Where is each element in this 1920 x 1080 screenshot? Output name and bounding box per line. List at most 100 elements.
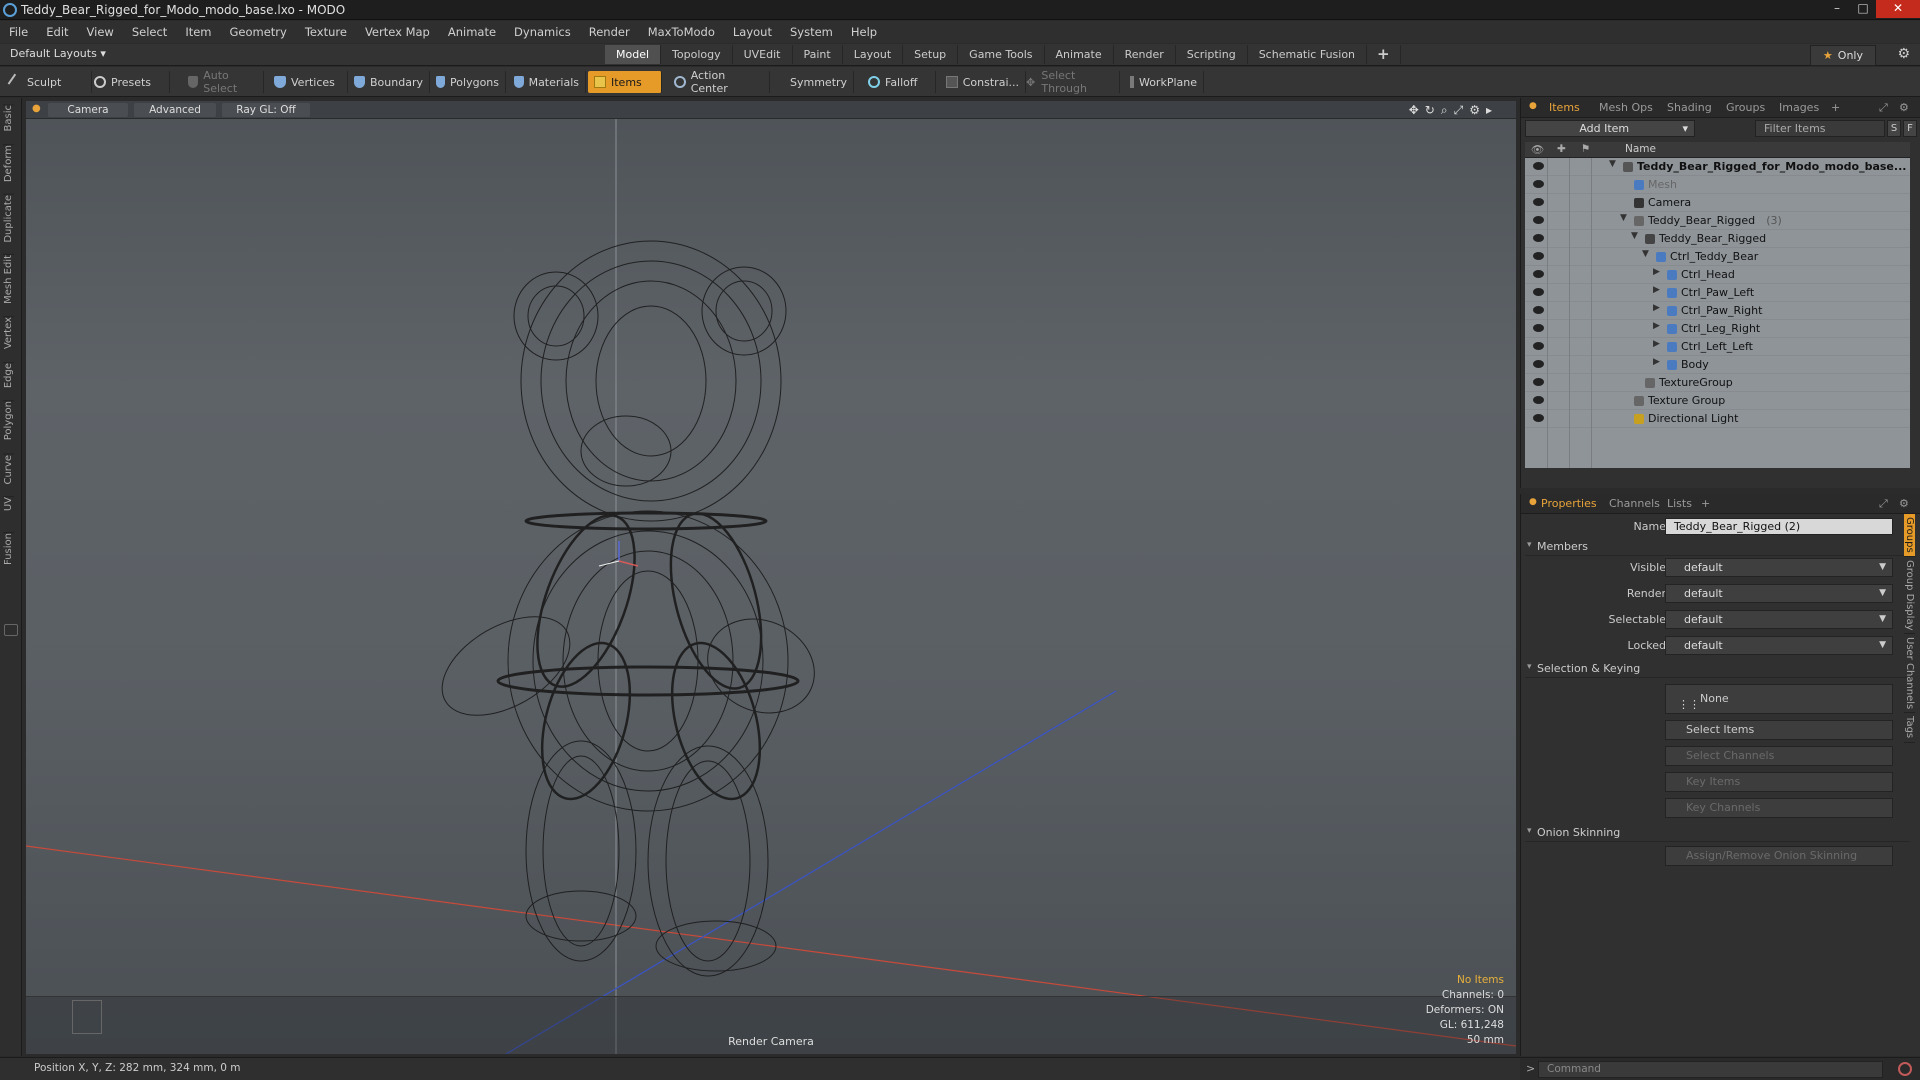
add-tab-icon[interactable]: + bbox=[1367, 45, 1401, 64]
locked-dropdown[interactable]: default ▼ bbox=[1665, 636, 1893, 655]
menu-help[interactable]: Help bbox=[842, 25, 886, 39]
tree-row[interactable]: ▶ Ctrl_Head bbox=[1525, 266, 1910, 284]
tab-duplicate[interactable]: Duplicate bbox=[3, 194, 14, 243]
visible-dropdown[interactable]: default ▼ bbox=[1665, 558, 1893, 577]
menu-animate[interactable]: Animate bbox=[439, 25, 505, 39]
visibility-eye-icon[interactable] bbox=[1533, 324, 1544, 332]
menu-maxtomodo[interactable]: MaxToModo bbox=[639, 25, 724, 39]
visibility-eye-icon[interactable] bbox=[1533, 360, 1544, 368]
tab-deform[interactable]: Deform bbox=[3, 144, 14, 183]
panel-menu-icon[interactable]: ● bbox=[1529, 101, 1537, 111]
item-tree[interactable]: ▼ Teddy_Bear_Rigged_for_Modo_modo_base...… bbox=[1525, 158, 1910, 468]
collapse-icon[interactable]: ▼ bbox=[1609, 159, 1616, 169]
collapse-icon[interactable]: ▼ bbox=[1631, 231, 1638, 241]
tree-row[interactable]: Camera bbox=[1525, 194, 1910, 212]
name-field[interactable]: Teddy_Bear_Rigged (2) bbox=[1665, 518, 1893, 535]
symmetry-button[interactable]: Symmetry bbox=[770, 71, 854, 93]
tree-row[interactable]: ▼ Ctrl_Teddy_Bear bbox=[1525, 248, 1910, 266]
select-items-button[interactable]: Select Items bbox=[1665, 720, 1893, 740]
tab-uv[interactable]: UV bbox=[3, 496, 14, 512]
menu-file[interactable]: File bbox=[0, 25, 37, 39]
sculpt-button[interactable]: Sculpt bbox=[4, 71, 92, 93]
visibility-eye-icon[interactable] bbox=[1533, 162, 1544, 170]
onion-skinning-section[interactable]: Onion Skinning bbox=[1525, 826, 1910, 842]
tree-row[interactable]: Mesh bbox=[1525, 176, 1910, 194]
expand-icon[interactable]: ▶ bbox=[1653, 357, 1660, 367]
tab-vertex[interactable]: Vertex bbox=[3, 316, 14, 350]
menu-vertex-map[interactable]: Vertex Map bbox=[356, 25, 439, 39]
visibility-eye-icon[interactable] bbox=[1533, 288, 1544, 296]
expand-panel-icon[interactable]: ⤢ bbox=[1879, 497, 1888, 511]
side-tab-groups[interactable]: Groups bbox=[1904, 514, 1915, 557]
tab-mesh-ops[interactable]: Mesh Ops bbox=[1599, 101, 1653, 114]
visibility-eye-icon[interactable] bbox=[1533, 342, 1544, 350]
menu-geometry[interactable]: Geometry bbox=[221, 25, 296, 39]
members-section[interactable]: Members bbox=[1525, 540, 1910, 556]
tab-scripting[interactable]: Scripting bbox=[1176, 45, 1248, 64]
only-button[interactable]: ★ Only bbox=[1809, 45, 1876, 66]
visibility-eye-icon[interactable] bbox=[1533, 180, 1544, 188]
falloff-button[interactable]: Falloff bbox=[862, 71, 936, 93]
tab-properties[interactable]: Properties bbox=[1541, 497, 1597, 510]
polygons-button[interactable]: Polygons bbox=[430, 71, 506, 93]
3d-viewport[interactable]: ● Camera Advanced Ray GL: Off ✥↻⌕⤢⚙▸ Ren… bbox=[26, 101, 1516, 1054]
add-tab-icon[interactable]: + bbox=[1701, 497, 1710, 510]
tab-basic[interactable]: Basic bbox=[3, 104, 14, 132]
gear-icon[interactable]: ⚙ bbox=[1897, 46, 1910, 62]
default-layouts-dropdown[interactable]: Default Layouts ▾ bbox=[10, 47, 106, 60]
select-through-button[interactable]: ✥ Select Through bbox=[1020, 69, 1120, 95]
tree-row[interactable]: Directional Light bbox=[1525, 410, 1910, 428]
menu-system[interactable]: System bbox=[781, 25, 842, 39]
tab-fusion[interactable]: Fusion bbox=[3, 532, 14, 565]
tab-edge[interactable]: Edge bbox=[3, 362, 14, 389]
tab-model[interactable]: Model bbox=[605, 45, 662, 64]
visibility-eye-icon[interactable] bbox=[1533, 378, 1544, 386]
menu-layout[interactable]: Layout bbox=[724, 25, 781, 39]
maximize-icon[interactable]: □ bbox=[1850, 0, 1876, 18]
tab-lists[interactable]: Lists bbox=[1667, 497, 1692, 510]
tab-curve[interactable]: Curve bbox=[3, 454, 14, 485]
panel-gear-icon[interactable]: ⚙ bbox=[1899, 101, 1909, 114]
auto-select-button[interactable]: Auto Select bbox=[182, 69, 264, 95]
tree-row[interactable]: ▶ Body bbox=[1525, 356, 1910, 374]
visibility-eye-icon[interactable] bbox=[1533, 396, 1544, 404]
tree-row[interactable]: TextureGroup bbox=[1525, 374, 1910, 392]
add-item-button[interactable]: Add Item ▾ bbox=[1525, 120, 1695, 137]
visibility-eye-icon[interactable] bbox=[1533, 270, 1544, 278]
vertices-button[interactable]: Vertices bbox=[268, 71, 348, 93]
tree-row[interactable]: ▶ Ctrl_Left_Left bbox=[1525, 338, 1910, 356]
assign-onion-button[interactable]: Assign/Remove Onion Skinning bbox=[1665, 846, 1893, 866]
side-tab-tags[interactable]: Tags bbox=[1904, 713, 1915, 743]
tree-row[interactable]: ▶ Ctrl_Paw_Left bbox=[1525, 284, 1910, 302]
tree-row[interactable]: ▼ Teddy_Bear_Rigged_for_Modo_modo_base... bbox=[1525, 158, 1910, 176]
record-icon[interactable] bbox=[1898, 1062, 1912, 1076]
collapse-icon[interactable]: ▼ bbox=[1642, 249, 1649, 259]
workplane-button[interactable]: WorkPlane bbox=[1124, 71, 1204, 93]
minimize-icon[interactable]: – bbox=[1824, 0, 1850, 18]
tab-game-tools[interactable]: Game Tools bbox=[958, 45, 1045, 64]
expand-icon[interactable]: ▶ bbox=[1653, 267, 1660, 277]
visibility-eye-icon[interactable] bbox=[1533, 234, 1544, 242]
filter-items-input[interactable]: Filter Items bbox=[1755, 120, 1885, 137]
expand-icon[interactable]: ▶ bbox=[1653, 303, 1660, 313]
tree-row[interactable]: ▶ Ctrl_Leg_Right bbox=[1525, 320, 1910, 338]
command-input[interactable]: Command bbox=[1538, 1061, 1883, 1078]
selection-keying-section[interactable]: Selection & Keying bbox=[1525, 662, 1910, 678]
name-column-header[interactable]: Name bbox=[1625, 143, 1656, 155]
menu-view[interactable]: View bbox=[78, 25, 123, 39]
side-tab-user-channels[interactable]: User Channels bbox=[1904, 634, 1915, 714]
boundary-button[interactable]: Boundary bbox=[348, 71, 430, 93]
tab-animate[interactable]: Animate bbox=[1045, 45, 1114, 64]
visibility-eye-icon[interactable] bbox=[1533, 216, 1544, 224]
tab-images[interactable]: Images bbox=[1779, 101, 1819, 114]
tab-items[interactable]: Items bbox=[1549, 101, 1580, 114]
none-button[interactable]: ⋮⋮ None bbox=[1665, 684, 1893, 714]
tab-channels[interactable]: Channels bbox=[1609, 497, 1660, 510]
f-toggle[interactable]: F bbox=[1903, 120, 1917, 137]
key-items-button[interactable]: Key Items bbox=[1665, 772, 1893, 792]
s-toggle[interactable]: S bbox=[1887, 120, 1901, 137]
tree-row[interactable]: ▶ Ctrl_Paw_Right bbox=[1525, 302, 1910, 320]
collapse-icon[interactable]: ▼ bbox=[1620, 213, 1627, 223]
tab-groups[interactable]: Groups bbox=[1726, 101, 1765, 114]
items-button[interactable]: Items bbox=[588, 71, 662, 93]
